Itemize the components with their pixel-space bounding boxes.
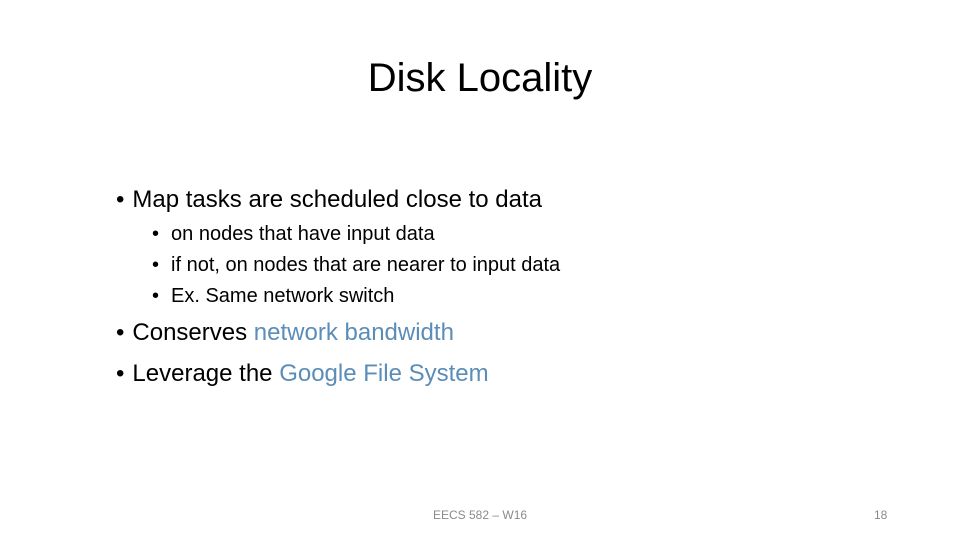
bullet-icon: • [116,360,125,387]
bullet-item: • Leverage the Google File System [116,360,489,388]
bullet-text: Map tasks are scheduled close to data [132,186,542,213]
bullet-icon: • [116,186,125,213]
bullet-item: • Conserves network bandwidth [116,319,454,347]
bullet-icon: • [152,285,160,307]
sub-bullet-item: • if not, on nodes that are nearer to inp… [152,254,560,277]
bullet-icon: • [152,223,160,245]
sub-bullet-item: • on nodes that have input data [152,223,435,246]
footer-course: EECS 582 – W16 [433,508,528,522]
bullet-text: if not, on nodes that are nearer to inpu… [171,254,561,276]
slide-title: Disk Locality [367,56,593,100]
page-number: 18 [874,508,888,522]
sub-bullet-item: • Ex. Same network switch [152,285,394,308]
bullet-item: • Map tasks are scheduled close to data [116,186,542,214]
bullet-text: Leverage the [132,360,280,387]
highlighted-text: network bandwidth [253,319,454,346]
bullet-text: Ex. Same network switch [171,285,395,307]
highlighted-text: Google File System [279,360,489,387]
bullet-icon: • [116,319,125,346]
bullet-text: on nodes that have input data [171,223,435,245]
bullet-text: Conserves [132,319,254,346]
bullet-icon: • [152,254,160,276]
